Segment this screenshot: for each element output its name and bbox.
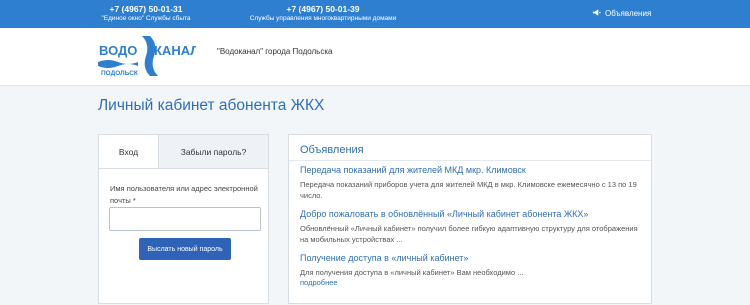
- announcement-text: Передача показаний приборов учета для жи…: [300, 180, 637, 200]
- announcement-title[interactable]: Добро пожаловать в обновлённый «Личный к…: [300, 209, 588, 219]
- phone-number[interactable]: +7 (4967) 50-01-39: [228, 4, 418, 14]
- vodokanal-logo[interactable]: ВОДО КАНАЛ ПОДОЛЬСК: [98, 34, 196, 78]
- phone-caption: "Единое окно" Службы сбыта: [101, 15, 191, 22]
- username-email-input[interactable]: [109, 207, 261, 231]
- announcement-title[interactable]: Получение доступа в «личный кабинет»: [300, 253, 468, 263]
- read-more-link[interactable]: подробнее: [300, 278, 338, 287]
- login-tabs: Вход Забыли пароль?: [99, 135, 268, 169]
- megaphone-icon: [592, 8, 601, 19]
- top-bar: +7 (4967) 50-01-31 "Единое окно" Службы …: [0, 0, 750, 28]
- tab-forgot-password[interactable]: Забыли пароль?: [159, 135, 268, 168]
- announcement-text: Для получения доступа в «личный кабинет»…: [300, 268, 524, 277]
- tab-login[interactable]: Вход: [99, 135, 159, 168]
- page-title: Личный кабинет абонента ЖКХ: [98, 97, 325, 114]
- announcements-panel: Объявления Передача показаний для жителе…: [288, 134, 652, 304]
- username-email-label: Имя пользователя или адрес электронной п…: [110, 184, 258, 205]
- site-header: ВОДО КАНАЛ ПОДОЛЬСК "Водоканал" города П…: [0, 28, 750, 86]
- logo-word-1: ВОДО: [99, 43, 137, 58]
- organization-name: "Водоканал" города Подольска: [217, 47, 333, 56]
- phone-caption: Службы управления многоквартирными домам…: [249, 15, 397, 22]
- login-panel: Вход Забыли пароль? Имя пользователя или…: [98, 134, 269, 304]
- logo-city: ПОДОЛЬСК: [101, 70, 138, 77]
- phone-number[interactable]: +7 (4967) 50-01-31: [86, 4, 206, 14]
- divider: [289, 160, 651, 161]
- announcements-heading: Объявления: [300, 144, 364, 156]
- send-new-password-button[interactable]: Выслать новый пароль: [139, 238, 231, 260]
- announcements-link[interactable]: Объявления: [592, 8, 651, 19]
- announcement-title[interactable]: Передача показаний для жителей МКД мкр. …: [300, 165, 526, 175]
- contact-phone-management: +7 (4967) 50-01-39 Службы управления мно…: [228, 4, 418, 23]
- announcements-link-label: Объявления: [605, 9, 652, 18]
- announcement-text: Обновлённый «Личный кабинет» получил бол…: [300, 224, 638, 244]
- contact-phone-sales: +7 (4967) 50-01-31 "Единое окно" Службы …: [86, 4, 206, 23]
- logo-word-2: КАНАЛ: [154, 43, 196, 58]
